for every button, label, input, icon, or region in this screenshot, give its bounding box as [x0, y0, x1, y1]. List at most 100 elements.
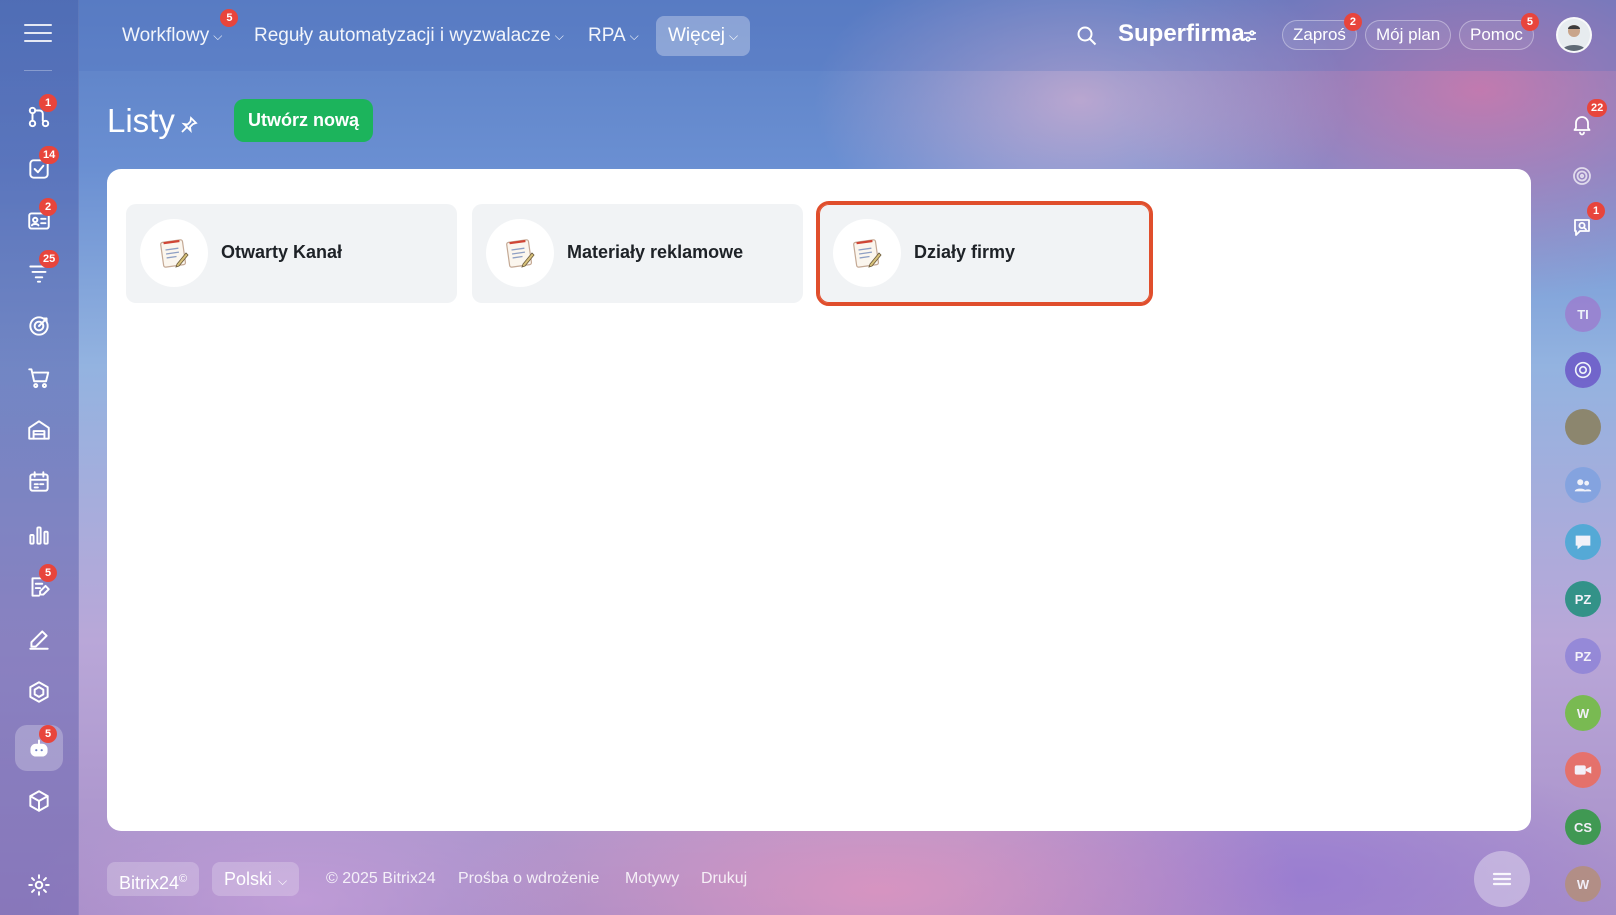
chevron-down-icon: ⌵: [729, 29, 739, 43]
right-sidebar: 22 1 TI PZ PZ W CS W: [1546, 71, 1616, 915]
pin-icon[interactable]: [180, 116, 198, 134]
sidebar-item-flows[interactable]: 1: [15, 94, 63, 140]
sidebar-item-tasks[interactable]: 14: [15, 146, 63, 192]
footer-link-print[interactable]: Drukuj: [701, 870, 747, 888]
help-badge: 5: [1520, 13, 1539, 31]
sidebar-item-sites[interactable]: [15, 669, 63, 715]
sidebar-item-analytics[interactable]: [15, 512, 63, 558]
footer-brand-label: Bitrix24: [119, 873, 180, 893]
group-icon: [1574, 479, 1592, 492]
chevron-down-icon: ⌵: [554, 29, 564, 43]
list-lines-icon: [1492, 872, 1512, 886]
left-sidebar: 1 14 2 25 5 5: [0, 0, 79, 915]
footer-brand-mark: ©: [179, 873, 188, 885]
footer-copyright: © 2025 Bitrix24: [326, 870, 436, 887]
company-name[interactable]: Superfirma: [1118, 20, 1245, 48]
sidebar-item-documents[interactable]: 5: [15, 564, 63, 610]
language-label: Polski: [224, 869, 273, 889]
target-icon: [29, 316, 49, 336]
sidebar-badge: 1: [39, 94, 57, 112]
sidebar-badge: 5: [39, 564, 57, 582]
sidebar-badge: 2: [39, 198, 57, 216]
sidebar-badge: 25: [39, 250, 60, 268]
sidebar-item-market[interactable]: [15, 778, 63, 824]
calendar-icon: [29, 471, 49, 492]
chat-bubble-icon: [1575, 535, 1591, 550]
sidebar-item-warehouse[interactable]: [15, 407, 63, 453]
sidebar-item-shop[interactable]: [15, 355, 63, 401]
invite-button[interactable]: Zaproś 2: [1282, 13, 1362, 50]
list-card-label: Otwarty Kanał: [221, 242, 343, 262]
contact-avatar[interactable]: W: [1565, 695, 1601, 731]
cube-icon: [29, 790, 49, 812]
my-plan-button[interactable]: Mój plan: [1365, 20, 1452, 50]
chat-search-button[interactable]: 1: [1565, 202, 1605, 244]
list-card[interactable]: Otwarty Kanał: [126, 204, 457, 303]
sidebar-badge: 14: [39, 146, 60, 164]
contact-avatar[interactable]: TI: [1565, 296, 1601, 332]
chevron-down-icon: ⌵: [629, 29, 639, 43]
nav-more-label: Więcej: [668, 25, 726, 47]
sidebar-item-target[interactable]: [15, 303, 63, 349]
sidebar-item-crm[interactable]: 2: [15, 198, 63, 244]
hexagon-icon: [29, 681, 49, 703]
help-label: Pomoc: [1470, 25, 1523, 44]
footer-brand[interactable]: Bitrix24©: [107, 862, 200, 896]
page-title: Listy: [107, 102, 175, 139]
list-card-label: Działy firmy: [914, 242, 1016, 262]
notepad-icon: [160, 239, 189, 268]
target-icon: [1573, 167, 1591, 185]
nav-rpa[interactable]: RPA ⌵: [576, 16, 651, 56]
sidebar-item-automation[interactable]: 5: [15, 725, 63, 771]
footer-link-themes[interactable]: Motywy: [625, 870, 679, 888]
list-card-selected[interactable]: Działy firmy: [816, 201, 1153, 306]
list-icon-wrapper: [486, 219, 554, 287]
general-chat-avatar[interactable]: [1565, 524, 1601, 560]
gear-icon: [28, 874, 50, 896]
list-card[interactable]: Materiały reklamowe: [472, 204, 803, 303]
nav-workflows[interactable]: Workflowy ⌵ 5: [110, 9, 239, 56]
contact-avatar[interactable]: [1565, 352, 1601, 388]
search-icon[interactable]: [1075, 24, 1099, 48]
nav-more[interactable]: Więcej ⌵: [656, 16, 751, 56]
nav-rpa-label: RPA: [588, 25, 626, 47]
nav-automation-rules-label: Reguły automatyzacji i wyzwalacze: [254, 25, 551, 47]
create-new-button[interactable]: Utwórz nową: [234, 99, 373, 142]
group-chat-avatar[interactable]: [1565, 467, 1601, 503]
chevron-down-icon: ⌵: [278, 874, 288, 888]
lists-panel: Otwarty Kanał Materiały reklamowe Działy…: [107, 169, 1531, 831]
chat-fab-button[interactable]: [1474, 851, 1530, 907]
video-camera-icon: [1574, 765, 1592, 775]
contact-avatar[interactable]: CS: [1565, 809, 1601, 845]
contact-avatar[interactable]: [1565, 409, 1601, 445]
sidebar-divider: [24, 70, 52, 71]
contact-avatar[interactable]: PZ: [1565, 581, 1601, 617]
contact-avatar[interactable]: PZ: [1565, 638, 1601, 674]
sidebar-item-calendar[interactable]: [15, 459, 63, 505]
contact-avatar[interactable]: W: [1565, 866, 1601, 902]
sliders-icon[interactable]: [1242, 28, 1258, 44]
nav-automation-rules[interactable]: Reguły automatyzacji i wyzwalacze ⌵: [242, 16, 576, 56]
language-select[interactable]: Polski ⌵: [212, 862, 300, 896]
invite-label: Zaproś: [1293, 25, 1346, 44]
menu-toggle-icon[interactable]: [24, 24, 52, 46]
goal-icon: [1574, 361, 1592, 379]
sidebar-item-funnels[interactable]: 25: [15, 250, 63, 296]
pen-icon: [29, 630, 49, 650]
notifications-button[interactable]: 22: [1565, 99, 1608, 141]
sidebar-item-sign[interactable]: [15, 616, 63, 662]
video-call-avatar[interactable]: [1565, 752, 1601, 788]
goals-button[interactable]: [1565, 159, 1599, 193]
help-button[interactable]: Pomoc 5: [1459, 13, 1539, 50]
footer-link-implementation[interactable]: Prośba o wdrożenie: [458, 870, 599, 888]
notifications-badge: 22: [1587, 99, 1608, 117]
list-card-label: Materiały reklamowe: [567, 242, 744, 262]
sidebar-badge: 5: [39, 725, 57, 743]
user-avatar[interactable]: [1556, 17, 1592, 53]
nav-badge: 5: [220, 9, 239, 27]
list-icon-wrapper: [833, 219, 901, 287]
cart-icon: [28, 368, 50, 389]
sidebar-settings[interactable]: [15, 862, 63, 908]
warehouse-icon: [28, 420, 50, 440]
invite-badge: 2: [1343, 13, 1362, 31]
